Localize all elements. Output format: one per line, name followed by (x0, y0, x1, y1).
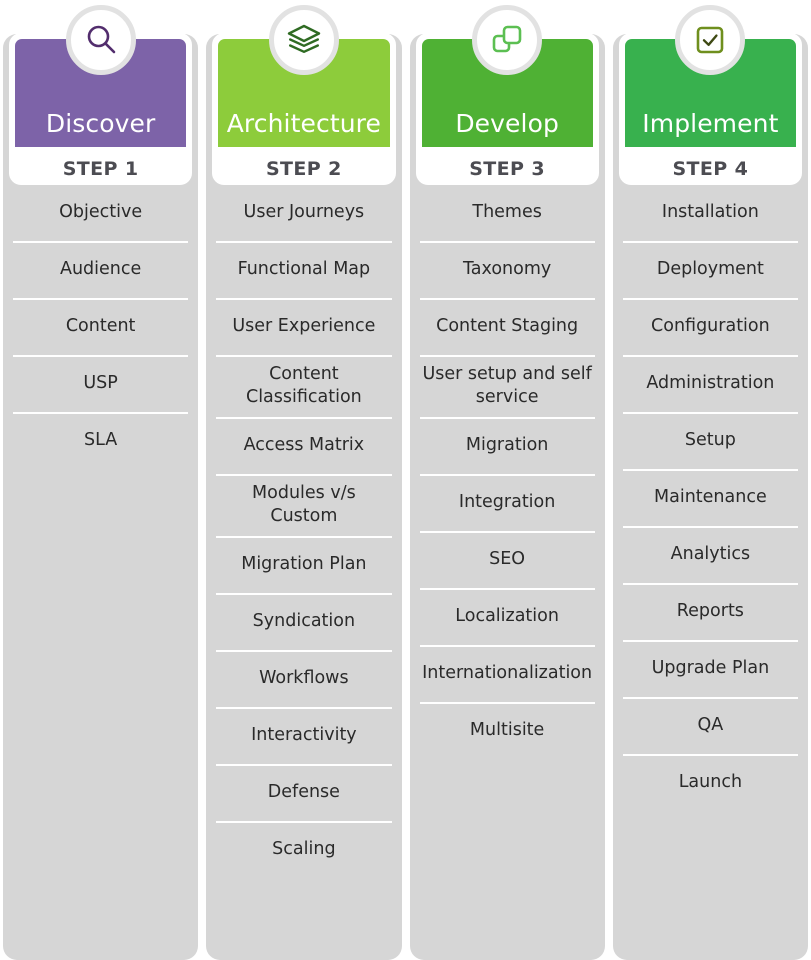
list-item[interactable]: Interactivity (216, 707, 392, 764)
list-item[interactable]: Workflows (216, 650, 392, 707)
step-header-card-4[interactable]: Implement STEP 4 (618, 5, 802, 185)
list-item[interactable]: Objective (13, 184, 188, 241)
list-item[interactable]: Reports (622, 583, 799, 640)
step-number-label-1: STEP 1 (62, 158, 139, 179)
step-title-4: Implement (642, 108, 779, 138)
step-number-band-3: STEP 3 (421, 147, 593, 179)
step-title-2: Architecture (226, 108, 381, 138)
list-item[interactable]: User Experience (216, 298, 392, 355)
list-item[interactable]: Internationalization (419, 645, 596, 702)
checkbox-check-icon (694, 24, 726, 56)
list-item[interactable]: USP (13, 355, 189, 412)
step-item-list-2: User Journeys Functional Map User Experi… (206, 184, 401, 878)
list-item[interactable]: Localization (419, 588, 596, 645)
step-number-band-2: STEP 2 (218, 147, 390, 179)
step-column-architecture: Architecture STEP 2 User Journeys Functi… (206, 5, 402, 960)
step-item-list-3: Themes Taxonomy Content Staging User set… (410, 184, 605, 759)
list-item[interactable]: Deployment (622, 241, 799, 298)
list-item[interactable]: Integration (419, 474, 596, 531)
list-item[interactable]: User Journeys (216, 184, 391, 241)
list-item[interactable]: SEO (419, 531, 596, 588)
list-item[interactable]: Scaling (216, 821, 392, 878)
list-item[interactable]: Audience (13, 241, 189, 298)
list-item[interactable]: Taxonomy (419, 241, 596, 298)
step-header-card-1[interactable]: Discover STEP 1 (9, 5, 193, 185)
step-header-card-3[interactable]: Develop STEP 3 (415, 5, 599, 185)
list-item[interactable]: Functional Map (216, 241, 392, 298)
step-header-card-2[interactable]: Architecture STEP 2 (212, 5, 396, 185)
process-steps-board: Discover STEP 1 Objective Audience Conte… (0, 0, 811, 960)
step-title-1: Discover (45, 108, 156, 138)
list-item[interactable]: Access Matrix (216, 417, 392, 474)
list-item[interactable]: User setup and self service (419, 355, 596, 417)
step-number-band-1: STEP 1 (15, 147, 187, 179)
step-column-develop: Develop STEP 3 Themes Taxonomy Content S… (409, 5, 605, 960)
step-badge-1 (65, 5, 136, 75)
step-badge-2 (268, 5, 339, 75)
step-badge-3 (472, 5, 543, 75)
search-icon (84, 23, 118, 57)
step-column-discover: Discover STEP 1 Objective Audience Conte… (3, 5, 199, 960)
layers-icon (286, 23, 322, 57)
list-item[interactable]: Maintenance (622, 469, 799, 526)
list-item[interactable]: Multisite (419, 702, 596, 759)
list-item[interactable]: Defense (216, 764, 392, 821)
step-number-label-4: STEP 4 (672, 158, 749, 179)
duplicate-squares-icon (490, 23, 524, 57)
step-number-label-2: STEP 2 (265, 158, 342, 179)
list-item[interactable]: Configuration (622, 298, 799, 355)
step-number-label-3: STEP 3 (469, 158, 546, 179)
list-item[interactable]: Content Classification (216, 355, 392, 417)
list-item[interactable]: Modules v/s Custom (216, 474, 392, 536)
list-item[interactable]: Upgrade Plan (622, 640, 799, 697)
list-item[interactable]: Launch (622, 754, 799, 811)
list-item[interactable]: SLA (13, 412, 189, 469)
list-item[interactable]: Administration (622, 355, 799, 412)
list-item[interactable]: Content Staging (419, 298, 596, 355)
list-item[interactable]: Analytics (622, 526, 799, 583)
list-item[interactable]: Migration (419, 417, 596, 474)
list-item[interactable]: QA (622, 697, 799, 754)
list-item[interactable]: Setup (622, 412, 799, 469)
step-title-3: Develop (455, 108, 559, 138)
list-item[interactable]: Content (13, 298, 189, 355)
list-item[interactable]: Themes (420, 184, 595, 241)
step-number-band-4: STEP 4 (624, 147, 796, 179)
list-item[interactable]: Syndication (216, 593, 392, 650)
list-item[interactable]: Migration Plan (216, 536, 392, 593)
step-item-list-1: Objective Audience Content USP SLA (3, 184, 198, 469)
step-item-list-4: Installation Deployment Configuration Ad… (613, 184, 808, 811)
list-item[interactable]: Installation (623, 184, 798, 241)
step-column-implement: Implement STEP 4 Installation Deployment… (612, 5, 808, 960)
step-badge-4 (675, 5, 746, 75)
